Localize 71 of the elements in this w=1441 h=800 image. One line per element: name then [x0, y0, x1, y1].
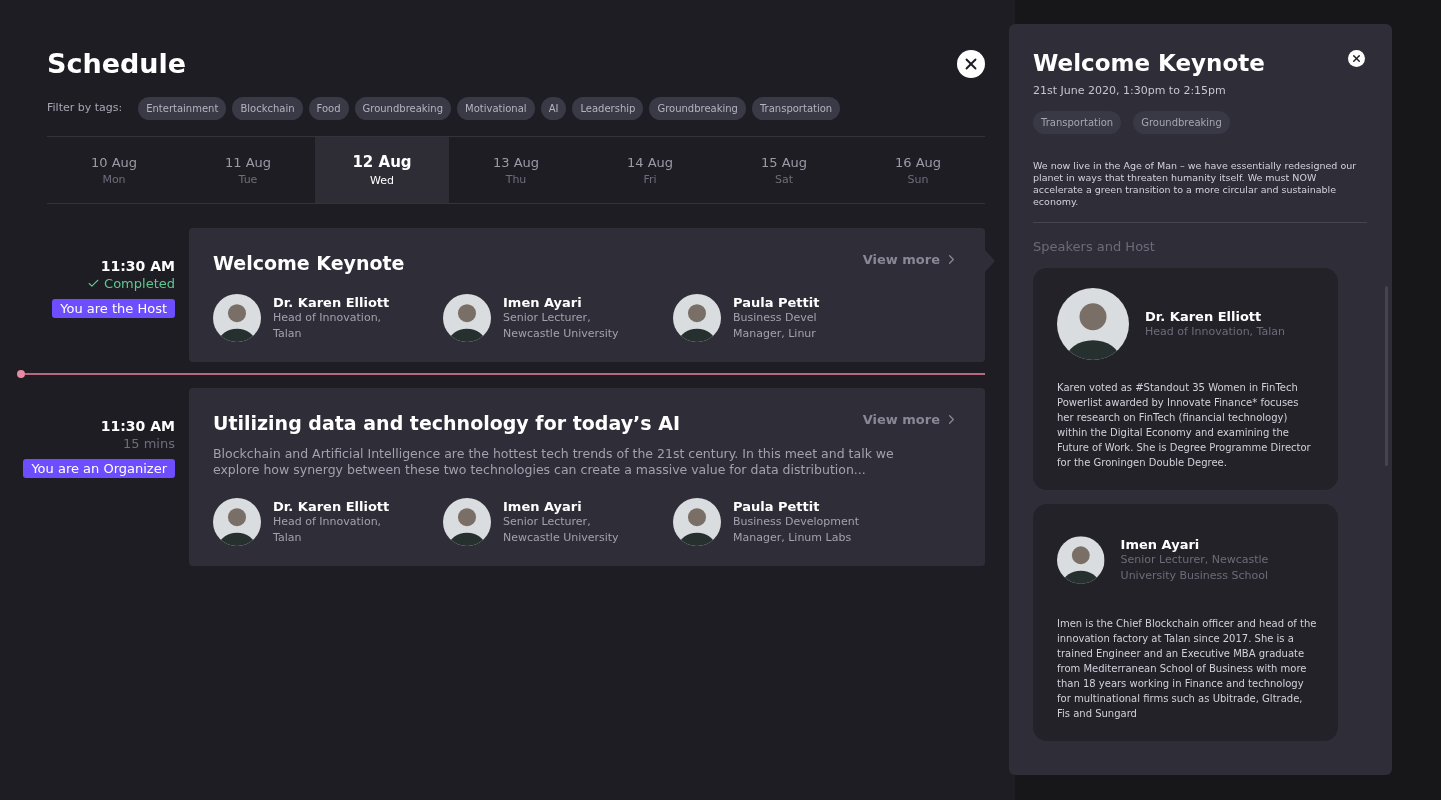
role-badge: You are the Host: [52, 299, 175, 318]
speaker-role: Senior Lecturer, Newcastle University Business School: [1120, 552, 1270, 584]
day-tab[interactable]: 10 Aug Mon: [47, 137, 181, 203]
speaker-name: Dr. Karen Elliott: [273, 498, 390, 514]
detail-datetime: 21st June 2020, 1:30pm to 2:15pm: [1033, 84, 1227, 97]
speaker-role: Senior Lecturer,: [503, 514, 592, 530]
tag-chip[interactable]: AI: [540, 97, 567, 120]
speaker-bio: Karen voted as #Standout 35 Women in FinTech Powerlist awarded by Innovate Finance* focuses her research on FinTech (financial technology) within the Digital Economy and examining the Future of Work. She is Degree Programme Director for the Groningen Double Degree.: [1057, 381, 1312, 470]
view-more-link[interactable]: View more: [862, 412, 959, 427]
avatar: [213, 294, 261, 342]
close-icon: [1351, 53, 1362, 64]
tag-chip[interactable]: Blockchain: [232, 97, 303, 120]
event-time: 11:30 AM: [100, 258, 175, 274]
tag-chip[interactable]: Groundbreaking: [649, 97, 746, 120]
avatar: [673, 498, 721, 546]
day-tab[interactable]: 11 Aug Tue: [181, 137, 315, 203]
tag-chip[interactable]: Transportation: [751, 97, 841, 120]
day-tab[interactable]: 14 Aug Fri: [583, 137, 717, 203]
tag-chip[interactable]: Leadership: [572, 97, 644, 120]
day-tab[interactable]: 12 Aug Wed: [315, 137, 449, 203]
avatar: [673, 294, 721, 342]
role-badge: You are an Organizer: [23, 459, 175, 478]
speaker-name: Imen Ayari: [503, 294, 583, 310]
speaker-role: Business Devel: [733, 309, 818, 326]
day-tab[interactable]: 15 Aug Sat: [717, 137, 851, 203]
avatar: [443, 498, 491, 546]
close-button[interactable]: [1348, 50, 1365, 67]
speaker-role: Head of Innovation,: [273, 309, 383, 326]
page-title: Schedule: [47, 48, 187, 79]
tag-chip[interactable]: Groundbreaking: [354, 97, 452, 120]
close-button[interactable]: [957, 49, 985, 78]
event-card[interactable]: [189, 388, 985, 566]
detail-title: Welcome Keynote: [1033, 50, 1265, 76]
day-tab[interactable]: 16 Aug Sun: [851, 137, 985, 203]
speaker-org: Manager, Linum Labs: [733, 529, 853, 546]
speaker-name: Imen Ayari: [503, 498, 583, 514]
speaker-role: Head of Innovation,: [273, 513, 383, 530]
speaker-name: Paula Pettit: [733, 294, 820, 310]
tag-chip[interactable]: Food: [308, 97, 349, 120]
section-heading: Speakers and Host: [1033, 239, 1156, 254]
speaker-name: Imen Ayari: [1120, 536, 1201, 552]
speaker-org: Manager, Linur: [733, 325, 817, 342]
event-description: Blockchain and Artificial Intelligence are the hottest tech trends of the 21st century. In this meet and talk we explore how synergy between these two technologies can create a massive value for data distribution...: [213, 446, 895, 478]
tag-chip[interactable]: Groundbreaking: [1133, 111, 1230, 134]
day-tab[interactable]: 13 Aug Thu: [449, 137, 583, 203]
speaker-bio: Imen is the Chief Blockchain officer and head of the innovation factory at Talan since 2017. She is a trained Engineer and an Executive MBA graduate from Mediterranean School of Business with more than 18 years working in Finance and technology for multinational firms such as Ubitrade, Gltrade, Fis and Sungard: [1057, 617, 1318, 721]
filter-label: Filter by tags:: [47, 101, 123, 114]
speaker-org: Talan: [273, 325, 303, 342]
status-text: Completed: [104, 276, 175, 291]
event-title: Utilizing data and technology for today’s AI: [213, 412, 680, 434]
speaker-name: Paula Pettit: [733, 498, 821, 514]
avatar: [213, 498, 261, 546]
event-card[interactable]: Welcome Keynote View more Dr. Karen Elliott Head of Innovation, Talan Imen Ayari Senior Lecturer, Newcastle University Paula Pettit Business Devel Manager, Linur: [189, 228, 985, 362]
speaker-org: Talan: [273, 529, 303, 546]
speaker-org: Newcastle University: [503, 325, 619, 342]
detail-description: We now live in the Age of Man – we have essentially redesigned our planet in ways that threaten humanity itself. We must NOW accelerate a green transition to a more circular and sustainable economy.: [1033, 160, 1358, 208]
speaker-role: Senior Lecturer,: [503, 310, 592, 326]
speaker-role: Head of Innovation, Talan: [1145, 323, 1285, 340]
speaker-name: Dr. Karen Elliott: [1145, 308, 1263, 324]
event-title: Welcome Keynote: [213, 252, 405, 274]
event-time: 11:30 AM: [100, 418, 175, 434]
speaker-name: Dr. Karen Elliott: [273, 294, 390, 310]
tag-chip[interactable]: Entertainment: [138, 97, 227, 120]
speaker-role: Business Development: [733, 513, 860, 530]
speaker-org: Newcastle University: [503, 529, 619, 546]
status-text: 15 mins: [123, 436, 175, 451]
check-icon: [87, 277, 101, 290]
tag-chip[interactable]: Motivational: [457, 97, 535, 120]
avatar: [443, 294, 491, 342]
view-more-link[interactable]: View more: [862, 252, 959, 267]
tag-chip[interactable]: Transportation: [1033, 111, 1122, 134]
